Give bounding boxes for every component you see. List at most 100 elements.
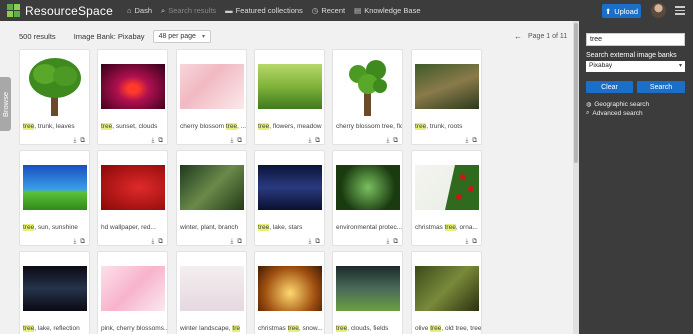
result-thumbnail[interactable]	[23, 165, 87, 210]
per-page-select[interactable]: 48 per page ▾	[152, 29, 211, 43]
card-actions: ⤓ ⧉	[461, 137, 477, 145]
user-avatar[interactable]	[651, 3, 666, 18]
result-thumbnail[interactable]	[23, 266, 87, 311]
caption-highlight: tree	[23, 325, 35, 332]
nav-item-knowledge-base[interactable]: ▤ Knowledge Base	[354, 6, 420, 15]
download-icon[interactable]: ⤓	[308, 137, 311, 145]
download-icon[interactable]: ⤓	[151, 238, 154, 246]
add-to-collection-icon[interactable]: ⧉	[237, 137, 242, 145]
add-to-collection-icon[interactable]: ⧉	[80, 137, 85, 145]
download-icon[interactable]: ⤓	[73, 137, 76, 145]
result-thumbnail[interactable]	[336, 165, 400, 210]
caption-highlight: tree	[336, 325, 348, 332]
result-card[interactable]: environmental protec... ⤓ ⧉	[332, 150, 403, 246]
result-thumbnail[interactable]	[258, 165, 322, 210]
nav-label: Recent	[321, 6, 346, 15]
add-to-collection-icon[interactable]: ⧉	[80, 238, 85, 246]
result-thumbnail[interactable]	[258, 64, 322, 109]
result-thumbnail[interactable]	[180, 64, 244, 109]
card-actions: ⤓ ⧉	[147, 238, 163, 246]
download-icon[interactable]: ⤓	[151, 137, 154, 145]
browse-tab[interactable]: Browse	[0, 77, 11, 131]
result-caption: winter landscape, tre	[180, 325, 246, 332]
result-caption: tree, trunk, leaves	[23, 123, 89, 130]
download-icon[interactable]: ⤓	[386, 137, 389, 145]
result-caption: tree, trunk, roots	[415, 123, 481, 130]
add-to-collection-icon[interactable]: ⧉	[158, 238, 163, 246]
download-icon[interactable]: ⤓	[465, 137, 468, 145]
result-thumbnail[interactable]	[415, 266, 479, 311]
search-button[interactable]: Search	[637, 81, 685, 93]
advanced-search-link[interactable]: ⌕ Advanced search	[586, 110, 643, 117]
nav-item-dash[interactable]: ⌂ Dash	[127, 6, 152, 15]
result-thumbnail[interactable]	[258, 266, 322, 311]
search-input[interactable]: tree	[586, 33, 685, 46]
add-to-collection-icon[interactable]: ⧉	[393, 137, 398, 145]
result-thumbnail[interactable]	[336, 266, 400, 311]
result-card[interactable]: hd wallpaper, red... ⤓ ⧉	[97, 150, 168, 246]
result-card[interactable]: tree, trunk, leaves ⤓ ⧉	[19, 49, 90, 145]
advanced-search-label: Advanced search	[592, 110, 643, 117]
caption-text: , ...	[237, 123, 246, 130]
caption-text: , lake, stars	[269, 224, 303, 231]
brand-logo[interactable]: ResourceSpace	[7, 3, 113, 18]
result-thumbnail[interactable]	[101, 64, 165, 109]
card-actions: ⤓ ⧉	[226, 137, 242, 145]
prev-page-icon[interactable]: ←	[514, 32, 522, 41]
result-card[interactable]: tree, lake, reflection⤓⧉	[19, 251, 90, 334]
result-card[interactable]: christmas tree, snow...⤓⧉	[254, 251, 325, 334]
result-card[interactable]: tree, sunset, clouds ⤓ ⧉	[97, 49, 168, 145]
result-card[interactable]: tree, flowers, meadow ⤓ ⧉	[254, 49, 325, 145]
nav-item-search-results[interactable]: ⌕ Search results	[161, 6, 216, 16]
download-icon[interactable]: ⤓	[386, 238, 389, 246]
result-card[interactable]: tree, trunk, roots ⤓ ⧉	[411, 49, 482, 145]
download-icon[interactable]: ⤓	[308, 238, 311, 246]
download-icon[interactable]: ⤓	[230, 238, 233, 246]
card-actions: ⤓ ⧉	[69, 238, 85, 246]
result-card[interactable]: winter, plant, branch ⤓ ⧉	[176, 150, 247, 246]
result-card[interactable]: tree, sun, sunshine ⤓ ⧉	[19, 150, 90, 246]
result-caption: winter, plant, branch	[180, 224, 246, 231]
download-icon[interactable]: ⤓	[465, 238, 468, 246]
add-to-collection-icon[interactable]: ⧉	[472, 137, 477, 145]
add-to-collection-icon[interactable]: ⧉	[393, 238, 398, 246]
add-to-collection-icon[interactable]: ⧉	[237, 238, 242, 246]
card-actions: ⤓ ⧉	[304, 137, 320, 145]
result-thumbnail[interactable]	[180, 266, 244, 311]
add-to-collection-icon[interactable]: ⧉	[315, 238, 320, 246]
result-card[interactable]: tree, clouds, fields⤓⧉	[332, 251, 403, 334]
result-thumbnail[interactable]	[180, 165, 244, 210]
result-card[interactable]: tree, lake, stars ⤓ ⧉	[254, 150, 325, 246]
result-card[interactable]: winter landscape, tre⤓⧉	[176, 251, 247, 334]
result-thumbnail[interactable]	[415, 64, 479, 109]
clear-button[interactable]: Clear	[586, 81, 633, 93]
result-thumbnail[interactable]	[23, 58, 87, 116]
download-icon[interactable]: ⤓	[230, 137, 233, 145]
add-to-collection-icon[interactable]: ⧉	[472, 238, 477, 246]
result-card[interactable]: olive tree, old tree, tree⤓⧉	[411, 251, 482, 334]
geographic-search-link[interactable]: ◍ Geographic search	[586, 101, 649, 108]
nav-label: Knowledge Base	[364, 6, 421, 15]
nav-item-featured-collections[interactable]: ▬ Featured collections	[225, 6, 303, 15]
menu-icon[interactable]	[675, 6, 685, 15]
result-card[interactable]: pink, cherry blossoms...⤓⧉	[97, 251, 168, 334]
upload-button[interactable]: ⬆ Upload	[602, 4, 641, 18]
result-thumbnail[interactable]	[415, 165, 479, 210]
main-nav: ⌂ Dash ⌕ Search results ▬ Featured collection…	[127, 6, 430, 16]
caption-text: christmas	[415, 224, 445, 231]
result-thumbnail[interactable]	[101, 266, 165, 311]
add-to-collection-icon[interactable]: ⧉	[315, 137, 320, 145]
add-to-collection-icon[interactable]: ⧉	[158, 137, 163, 145]
card-actions: ⤓ ⧉	[226, 238, 242, 246]
result-thumbnail[interactable]	[101, 165, 165, 210]
upload-icon: ⬆	[604, 6, 612, 16]
result-caption: cherry blossom tree, flow...	[336, 123, 402, 130]
nav-item-recent[interactable]: ◷ Recent	[312, 6, 345, 15]
result-card[interactable]: christmas tree, orna... ⤓ ⧉	[411, 150, 482, 246]
result-thumbnail[interactable]	[336, 60, 400, 116]
download-icon[interactable]: ⤓	[73, 238, 76, 246]
scrollbar-thumb[interactable]	[574, 23, 578, 163]
external-bank-select[interactable]: Pixabay ▾	[586, 61, 685, 72]
result-card[interactable]: cherry blossom tree, ... ⤓ ⧉	[176, 49, 247, 145]
result-card[interactable]: cherry blossom tree, flow... ⤓ ⧉	[332, 49, 403, 145]
